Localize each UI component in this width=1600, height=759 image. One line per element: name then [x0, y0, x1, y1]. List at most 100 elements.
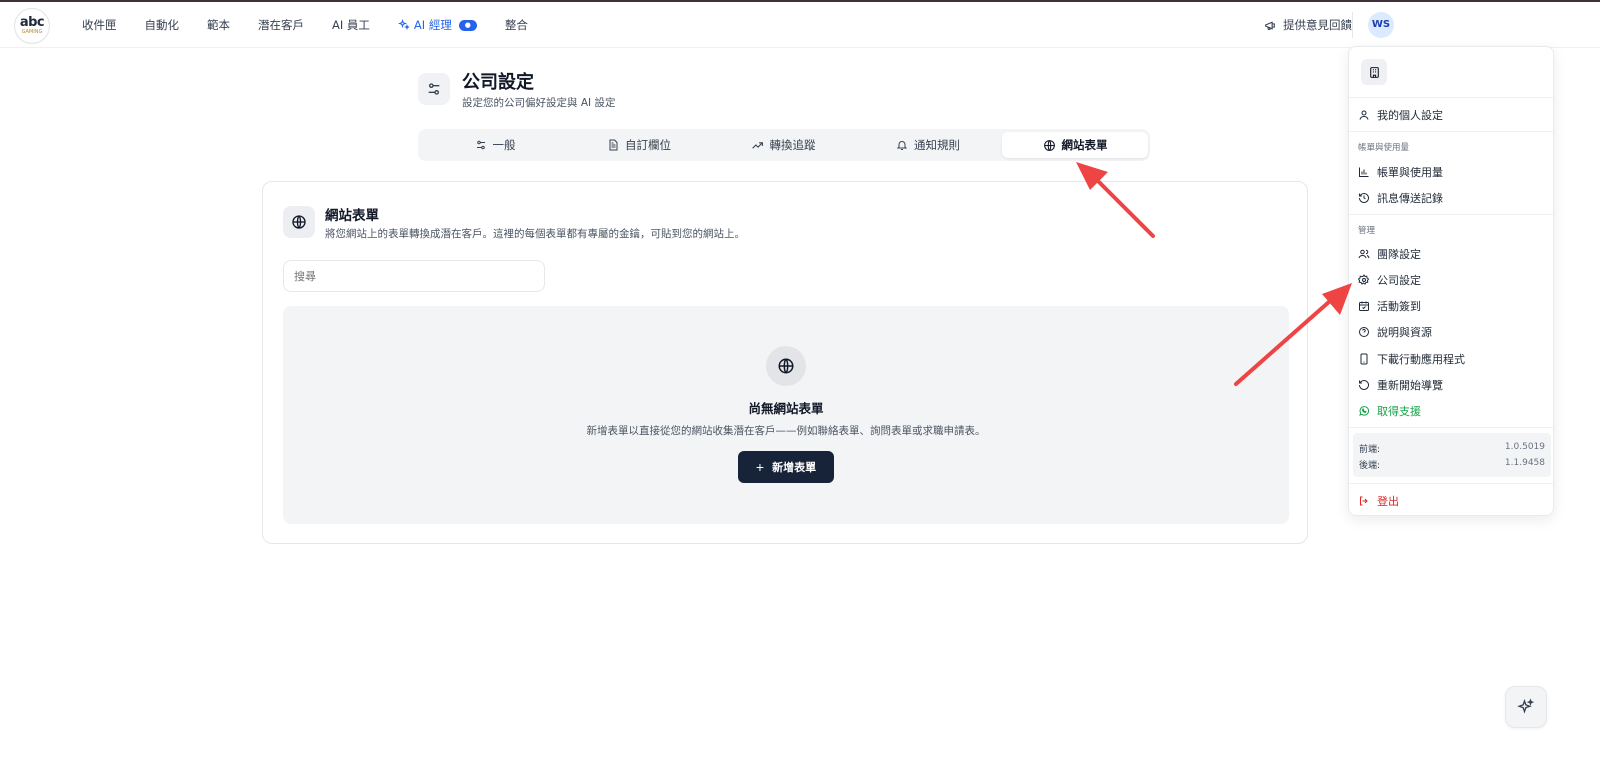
user-dropdown-menu: 我的個人設定 帳單與使用量 帳單與使用量 訊息傳送記錄 管理 團隊設定 公司設定…	[1348, 46, 1555, 516]
sliders-icon	[476, 140, 485, 150]
menu-item-help[interactable]: 說明與資源	[1358, 322, 1432, 342]
menu-item-download-app-label: 下載行動應用程式	[1377, 353, 1465, 366]
menu-divider	[1349, 214, 1555, 215]
nav-integrations[interactable]: 整合	[505, 17, 528, 33]
logout-icon	[1360, 496, 1368, 506]
menu-divider	[1349, 97, 1555, 98]
menu-divider	[1349, 483, 1555, 484]
feedback-button[interactable]: 提供意見回饋	[1264, 17, 1352, 33]
settings-tabs: 一般 自訂欄位 轉換追蹤 通知規則 網站表單	[418, 129, 1150, 161]
sparkle-icon	[397, 19, 410, 30]
menu-item-profile[interactable]: 我的個人設定	[1358, 105, 1443, 125]
whatsapp-icon	[1359, 406, 1369, 416]
menu-section-manage: 管理	[1358, 226, 1376, 236]
logo-text: abc	[19, 15, 45, 30]
document-icon	[609, 139, 618, 151]
menu-item-help-label: 說明與資源	[1377, 326, 1432, 339]
trend-up-icon	[751, 141, 763, 149]
nav-leads[interactable]: 潛在客戶	[258, 17, 304, 33]
version-info: 前端: 1.0.5019 後端: 1.1.9458	[1353, 433, 1551, 477]
menu-item-checkin[interactable]: 活動簽到	[1358, 296, 1421, 316]
menu-item-message-log-label: 訊息傳送記錄	[1377, 192, 1443, 205]
main-nav: 收件匣 自動化 範本 潛在客戶 AI 員工 AI 經理 ● 整合	[82, 2, 556, 48]
tab-general-label: 一般	[492, 138, 516, 152]
tab-custom-fields-label: 自訂欄位	[625, 138, 671, 152]
tab-website-forms-label: 網站表單	[1061, 138, 1108, 152]
frontend-version: 1.0.5019	[1504, 442, 1545, 452]
card-description: 將您網站上的表單轉換成潛在客戶。這裡的每個表單都有專屬的金鑰，可貼到您的網站上。	[325, 228, 745, 240]
search-input[interactable]	[283, 260, 545, 292]
backend-version: 1.1.9458	[1504, 458, 1545, 468]
company-logo[interactable]: abc GAMING	[14, 8, 50, 44]
menu-item-message-log[interactable]: 訊息傳送記錄	[1358, 188, 1443, 208]
rotate-ccw-icon	[1359, 380, 1369, 390]
menu-section-billing: 帳單與使用量	[1358, 143, 1410, 153]
menu-item-profile-label: 我的個人設定	[1377, 109, 1443, 122]
website-forms-card: 網站表單 將您網站上的表單轉換成潛在客戶。這裡的每個表單都有專屬的金鑰，可貼到您…	[262, 181, 1308, 544]
nav-inbox[interactable]: 收件匣	[82, 17, 117, 33]
plus-icon: +	[755, 459, 765, 475]
nav-automation[interactable]: 自動化	[145, 17, 180, 33]
calendar-check-icon	[1359, 301, 1369, 311]
globe-icon	[766, 346, 806, 386]
frontend-version-row: 前端: 1.0.5019	[1359, 442, 1545, 455]
nav-templates[interactable]: 範本	[207, 17, 230, 33]
globe-icon	[283, 206, 315, 238]
menu-item-download-app[interactable]: 下載行動應用程式	[1358, 349, 1465, 369]
page-subtitle: 設定您的公司偏好設定與 AI 設定	[462, 97, 616, 109]
tab-website-forms[interactable]: 網站表單	[1002, 132, 1148, 158]
gear-icon	[1358, 274, 1370, 285]
user-avatar[interactable]: WS	[1368, 12, 1394, 38]
menu-item-logout-label: 登出	[1377, 495, 1399, 508]
menu-item-billing[interactable]: 帳單與使用量	[1358, 162, 1443, 182]
menu-item-restart-tour-label: 重新開始導覽	[1377, 379, 1443, 392]
menu-divider	[1349, 427, 1555, 428]
ai-assistant-button[interactable]	[1505, 686, 1547, 728]
history-icon	[1359, 193, 1369, 203]
menu-item-support-label: 取得支援	[1377, 405, 1421, 418]
menu-item-team[interactable]: 團隊設定	[1358, 244, 1421, 264]
help-circle-icon	[1359, 327, 1369, 337]
empty-state-description: 新增表單以直接從您的網站收集潛在客戶——例如聯絡表單、詢問表單或求職申請表。	[586, 425, 986, 437]
menu-item-team-label: 團隊設定	[1377, 248, 1421, 261]
sparkle-icon	[1517, 698, 1535, 714]
menu-item-support[interactable]: 取得支援	[1358, 401, 1421, 421]
menu-item-billing-label: 帳單與使用量	[1377, 166, 1443, 179]
add-form-button[interactable]: + 新增表單	[738, 451, 834, 483]
tab-conversion-tracking[interactable]: 轉換追蹤	[710, 132, 856, 158]
tab-notification-rules[interactable]: 通知規則	[855, 132, 1001, 158]
add-form-label: 新增表單	[772, 462, 817, 474]
new-badge: ●	[458, 19, 477, 31]
bell-icon	[896, 141, 908, 150]
tab-notification-rules-label: 通知規則	[914, 138, 960, 152]
empty-state: 尚無網站表單 新增表單以直接從您的網站收集潛在客戶——例如聯絡表單、詢問表單或求…	[283, 306, 1289, 524]
menu-item-restart-tour[interactable]: 重新開始導覽	[1358, 375, 1443, 395]
megaphone-icon	[1265, 20, 1275, 30]
settings-sliders-icon	[418, 73, 450, 105]
backend-version-row: 後端: 1.1.9458	[1359, 458, 1545, 471]
menu-item-checkin-label: 活動簽到	[1377, 300, 1421, 313]
globe-icon	[1043, 139, 1055, 151]
nav-ai-employees[interactable]: AI 員工	[332, 17, 370, 33]
building-icon[interactable]	[1361, 59, 1387, 85]
tab-custom-fields[interactable]: 自訂欄位	[566, 132, 712, 158]
menu-divider	[1349, 131, 1555, 132]
tab-conversion-tracking-label: 轉換追蹤	[769, 138, 816, 152]
page-title: 公司設定	[462, 72, 534, 93]
nav-ai-manager[interactable]: AI 經理 ●	[397, 17, 477, 33]
smartphone-icon	[1360, 353, 1368, 365]
top-navigation-bar: abc GAMING 收件匣 自動化 範本 潛在客戶 AI 員工 AI 經理 ●…	[0, 2, 1600, 48]
card-title: 網站表單	[325, 208, 379, 224]
tab-general[interactable]: 一般	[422, 132, 568, 158]
nav-ai-manager-label: AI 經理	[413, 18, 452, 32]
header-divider	[1352, 12, 1353, 38]
bar-chart-icon	[1359, 167, 1369, 177]
users-icon	[1358, 249, 1370, 259]
menu-item-company[interactable]: 公司設定	[1358, 270, 1421, 290]
backend-label: 後端:	[1359, 461, 1381, 471]
empty-state-title: 尚無網站表單	[748, 401, 824, 416]
feedback-label: 提供意見回饋	[1283, 18, 1352, 32]
frontend-label: 前端:	[1359, 445, 1381, 455]
menu-item-logout[interactable]: 登出	[1358, 491, 1399, 511]
menu-item-company-label: 公司設定	[1377, 274, 1421, 287]
